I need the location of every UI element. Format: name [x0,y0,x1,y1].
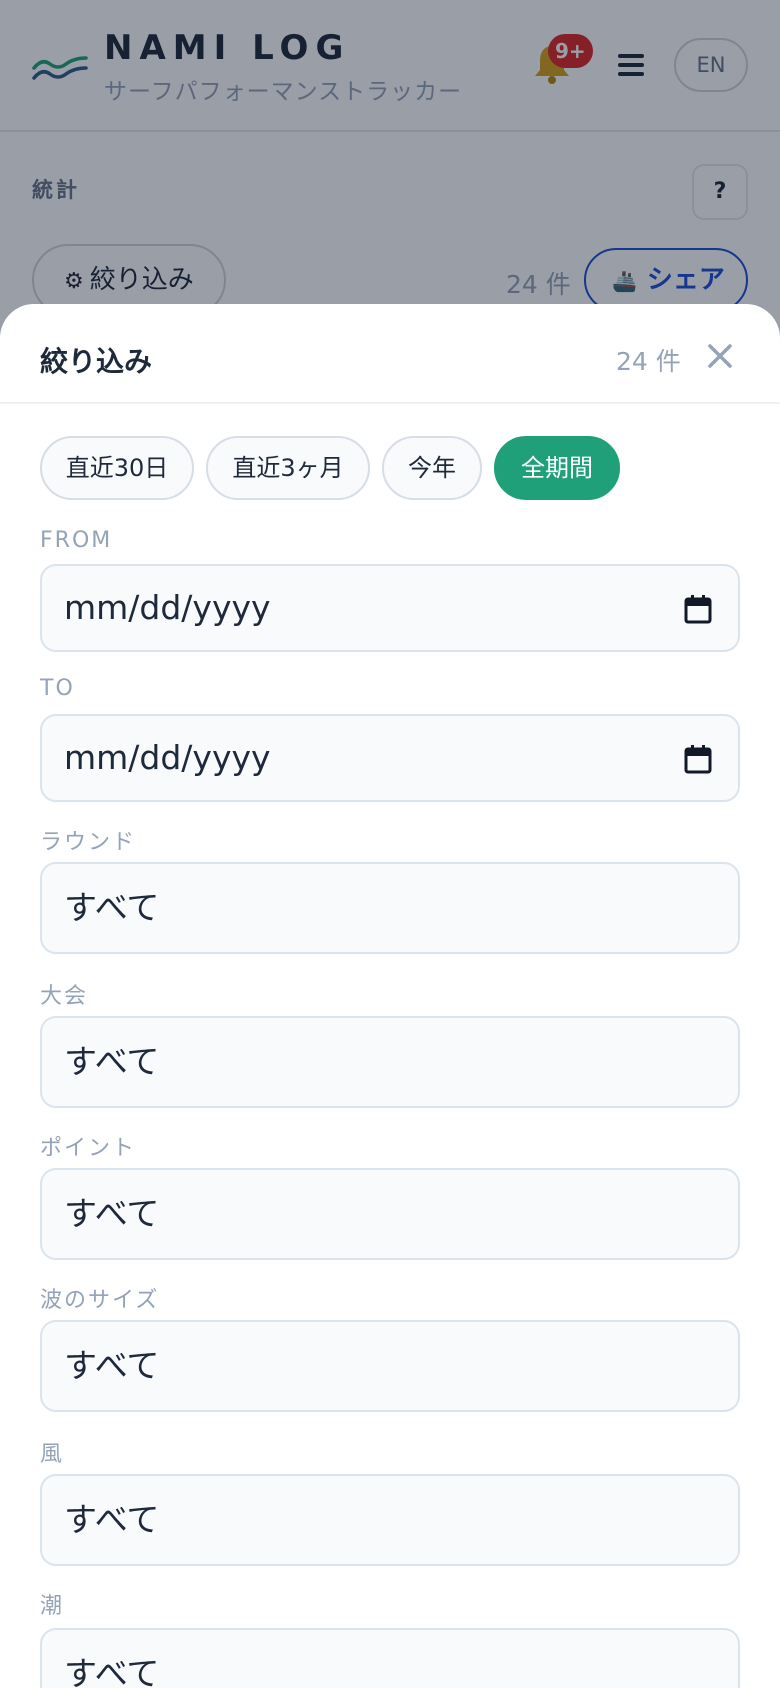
close-icon[interactable] [704,340,736,372]
tide-label: 潮 [40,1594,65,1619]
sheet-title: 絞り込み [40,345,153,378]
sheet-count: 24 件 [616,347,681,376]
chip-this-year[interactable]: 今年 [382,436,482,500]
chip-last-3-months[interactable]: 直近3ヶ月 [206,436,370,500]
round-label: ラウンド [40,830,137,855]
calendar-icon[interactable] [684,594,712,624]
point-label: ポイント [40,1136,137,1161]
to-label: TO [40,676,75,701]
wind-select[interactable]: すべて [40,1474,740,1566]
from-date-input[interactable]: mm/dd/yyyy [40,564,740,652]
wind-label: 風 [40,1442,65,1467]
calendar-icon[interactable] [684,744,712,774]
from-date-value: mm/dd/yyyy [64,588,271,627]
to-date-input[interactable]: mm/dd/yyyy [40,714,740,802]
round-select[interactable]: すべて [40,862,740,954]
filter-sheet: 絞り込み 24 件 直近30日 直近3ヶ月 今年 全期間 FROM mm/dd/… [0,304,780,1688]
wave-size-select[interactable]: すべて [40,1320,740,1412]
to-date-value: mm/dd/yyyy [64,738,271,777]
wave-size-label: 波のサイズ [40,1288,160,1313]
contest-label: 大会 [40,984,89,1009]
chip-last-30-days[interactable]: 直近30日 [40,436,194,500]
sheet-header: 絞り込み 24 件 [0,304,780,404]
from-label: FROM [40,528,113,553]
chip-all-time[interactable]: 全期間 [494,436,620,500]
contest-select[interactable]: すべて [40,1016,740,1108]
tide-select[interactable]: すべて [40,1628,740,1688]
point-select[interactable]: すべて [40,1168,740,1260]
